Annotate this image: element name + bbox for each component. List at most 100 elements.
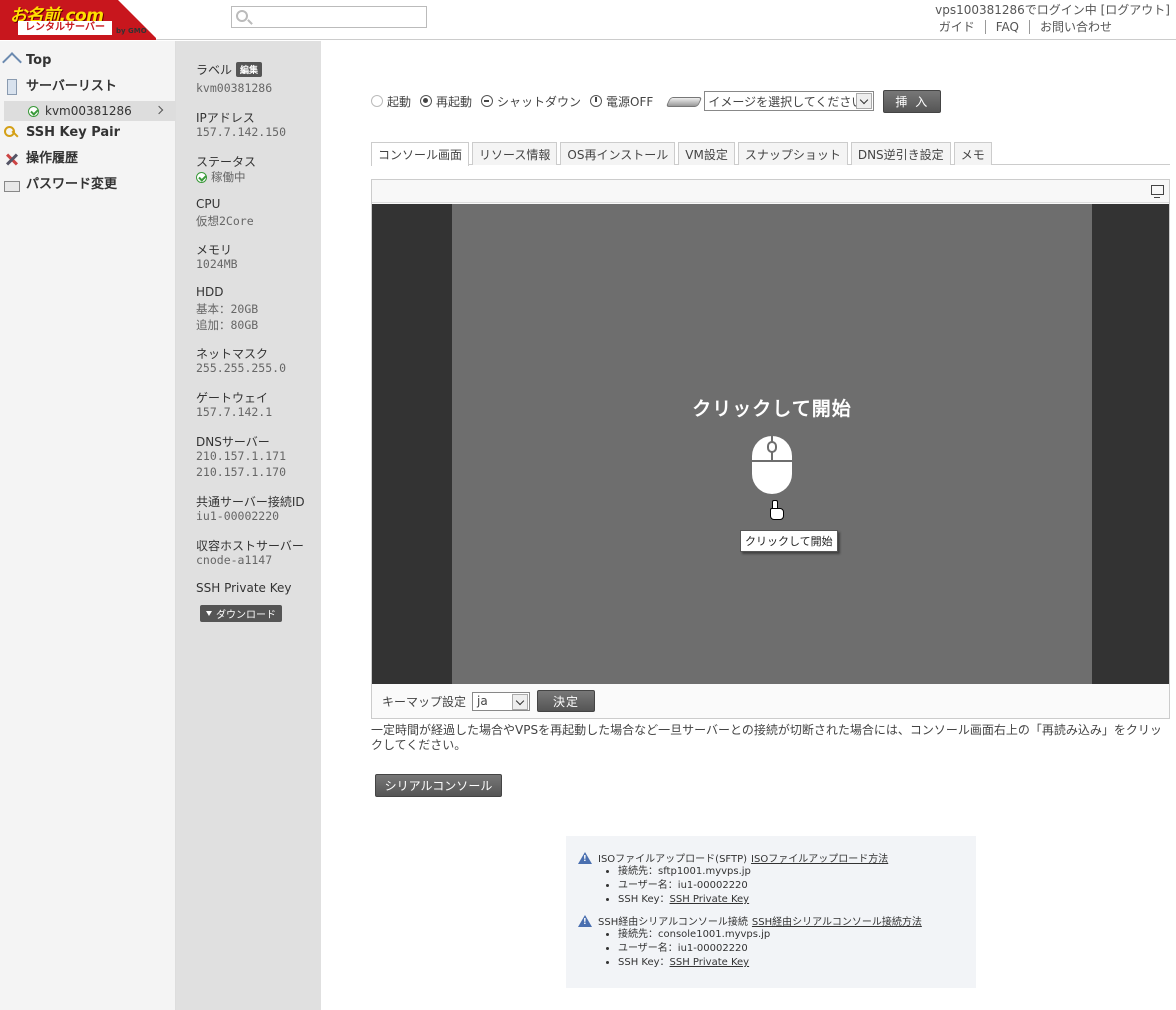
check-circle-icon bbox=[28, 105, 39, 117]
ssh-heading: SSH経由シリアルコンソール接続 SSH経由シリアルコンソール接続方法 bbox=[578, 913, 976, 928]
host-server-value: cnode-a1147 bbox=[196, 553, 273, 567]
iso-details: 接続先：sftp1001.myvps.jp ユーザー名：iu1-00002220… bbox=[578, 865, 976, 907]
netmask-value: 255.255.255.0 bbox=[196, 361, 287, 375]
dns-value-2: 210.157.1.170 bbox=[196, 465, 287, 479]
host-server-title: 収容ホストサーバー bbox=[196, 539, 304, 553]
connection-info-box: ISOファイルアップロード(SFTP) ISOファイルアップロード方法 接続先：… bbox=[566, 836, 976, 988]
label-value: kvm00381286 bbox=[196, 81, 273, 95]
search-icon bbox=[236, 10, 248, 22]
label-title-text: ラベル bbox=[196, 63, 233, 77]
chevron-down-icon[interactable] bbox=[856, 93, 873, 109]
logo[interactable]: お名前.com レンタルサーバー by GMO bbox=[0, 0, 156, 40]
password-icon bbox=[4, 180, 20, 192]
key-icon bbox=[4, 125, 20, 141]
cpu-title: CPU bbox=[196, 197, 221, 211]
ssh-key-label: SSH Key： bbox=[618, 957, 670, 968]
header: お名前.com レンタルサーバー by GMO vps100381286でログイ… bbox=[0, 0, 1176, 40]
serial-console-button[interactable]: シリアルコンソール bbox=[375, 774, 502, 797]
tab-memo[interactable]: メモ bbox=[953, 142, 992, 165]
status-value: 稼働中 bbox=[196, 169, 246, 185]
netmask-title: ネットマスク bbox=[196, 347, 269, 361]
ssh-title: SSH経由シリアルコンソール接続 bbox=[598, 917, 748, 928]
search-box[interactable] bbox=[231, 6, 427, 28]
image-select[interactable]: イメージを選択してください bbox=[704, 91, 875, 111]
keymap-select[interactable]: ja bbox=[472, 691, 531, 711]
dns-value-1: 210.157.1.171 bbox=[196, 449, 287, 463]
tab-snapshot[interactable]: スナップショット bbox=[737, 142, 848, 165]
ssh-user: ユーザー名：iu1-00002220 bbox=[618, 942, 976, 956]
shared-id-title: 共通サーバー接続ID bbox=[196, 495, 305, 509]
restart-radio[interactable]: 再起動 bbox=[420, 93, 472, 110]
power-controls: 起動 再起動 シャットダウン 電源OFF イメージを選択してください 挿 入 bbox=[371, 89, 942, 113]
tab-dns-reverse[interactable]: DNS逆引き設定 bbox=[850, 142, 951, 165]
status-value-text: 稼働中 bbox=[211, 170, 246, 184]
download-label: ダウンロード bbox=[216, 610, 276, 621]
start-label: 起動 bbox=[387, 94, 412, 109]
tab-os-reinstall[interactable]: OS再インストール bbox=[560, 142, 676, 165]
home-icon bbox=[4, 53, 20, 69]
edit-label-button[interactable]: 編集 bbox=[236, 62, 263, 77]
insert-button[interactable]: 挿 入 bbox=[883, 89, 942, 113]
nav-password[interactable]: パスワード変更 bbox=[4, 175, 117, 195]
header-links: ガイド FAQ お問い合わせ bbox=[939, 20, 1122, 34]
gateway-value: 157.7.142.1 bbox=[196, 405, 273, 419]
tab-console[interactable]: コンソール画面 bbox=[371, 142, 470, 166]
nav-ssh-key-pair-label: SSH Key Pair bbox=[26, 125, 121, 140]
power-off-label: 電源OFF bbox=[606, 94, 654, 109]
nav-ssh-key-pair[interactable]: SSH Key Pair bbox=[4, 123, 120, 143]
iso-key-link[interactable]: SSH Private Key bbox=[670, 894, 750, 905]
hdd-title: HDD bbox=[196, 285, 224, 299]
nav-password-label: パスワード変更 bbox=[26, 177, 118, 192]
start-radio[interactable]: 起動 bbox=[371, 93, 411, 110]
ssh-key-title: SSH Private Key bbox=[196, 581, 292, 595]
download-button[interactable]: ダウンロード bbox=[200, 605, 282, 622]
nav-history[interactable]: 操作履歴 bbox=[4, 149, 78, 169]
mouse-wheel-icon bbox=[767, 441, 777, 453]
iso-user: ユーザー名：iu1-00002220 bbox=[618, 879, 976, 893]
iso-host: 接続先：sftp1001.myvps.jp bbox=[618, 865, 976, 879]
tab-vm-settings[interactable]: VM設定 bbox=[678, 142, 735, 165]
nav-top-label: Top bbox=[26, 53, 52, 68]
shared-id-value: iu1-00002220 bbox=[196, 509, 280, 523]
login-info[interactable]: vps100381286でログイン中 [ログアウト] bbox=[935, 1, 1170, 18]
nav-server-item[interactable]: kvm00381286 bbox=[4, 101, 176, 121]
power-off-radio[interactable]: 電源OFF bbox=[590, 93, 653, 110]
power-off-icon bbox=[590, 95, 603, 107]
console-display[interactable]: クリックして開始 クリックして開始 bbox=[452, 204, 1092, 684]
iso-title: ISOファイルアップロード(SFTP) bbox=[598, 854, 748, 865]
console-screen[interactable]: クリックして開始 クリックして開始 bbox=[372, 204, 1169, 684]
ssh-section: SSH経由シリアルコンソール接続 SSH経由シリアルコンソール接続方法 接続先：… bbox=[578, 913, 976, 970]
ssh-howto-link[interactable]: SSH経由シリアルコンソール接続方法 bbox=[752, 913, 922, 928]
nav-top[interactable]: Top bbox=[4, 51, 51, 71]
contact-link[interactable]: お問い合わせ bbox=[1028, 20, 1122, 34]
chevron-down-icon[interactable] bbox=[512, 693, 529, 710]
memory-title: メモリ bbox=[196, 243, 233, 257]
search-input[interactable] bbox=[254, 9, 424, 25]
ssh-key: SSH Key：SSH Private Key bbox=[618, 956, 976, 970]
keymap-row: キーマップ設定 ja 決定 bbox=[372, 684, 1169, 718]
logo-gmo-text: by GMO bbox=[116, 27, 147, 35]
console-toolbar bbox=[372, 180, 1169, 203]
restart-icon bbox=[420, 95, 433, 107]
hdd-add-value: 追加：80GB bbox=[196, 318, 259, 332]
click-to-start-text[interactable]: クリックして開始 bbox=[452, 394, 1092, 421]
ssh-key-link[interactable]: SSH Private Key bbox=[670, 957, 750, 968]
restart-label: 再起動 bbox=[436, 94, 473, 109]
info-triangle-icon bbox=[578, 914, 592, 927]
start-icon bbox=[371, 95, 383, 107]
tab-bar: コンソール画面 リソース情報 OS再インストール VM設定 スナップショット D… bbox=[371, 142, 1170, 166]
guide-link[interactable]: ガイド bbox=[939, 20, 985, 34]
ip-value: 157.7.142.150 bbox=[196, 125, 287, 139]
decide-button[interactable]: 決定 bbox=[537, 690, 596, 712]
shutdown-radio[interactable]: シャットダウン bbox=[481, 93, 581, 110]
status-title: ステータス bbox=[196, 155, 257, 169]
tools-icon bbox=[4, 151, 20, 167]
nav-server-list[interactable]: サーバーリスト bbox=[4, 77, 117, 97]
monitor-icon[interactable] bbox=[1151, 185, 1164, 198]
dns-title: DNSサーバー bbox=[196, 435, 270, 449]
keymap-value: ja bbox=[477, 693, 488, 708]
faq-link[interactable]: FAQ bbox=[984, 20, 1029, 34]
iso-howto-link[interactable]: ISOファイルアップロード方法 bbox=[751, 850, 888, 865]
iso-section: ISOファイルアップロード(SFTP) ISOファイルアップロード方法 接続先：… bbox=[578, 850, 976, 907]
tab-resources[interactable]: リソース情報 bbox=[472, 142, 558, 165]
